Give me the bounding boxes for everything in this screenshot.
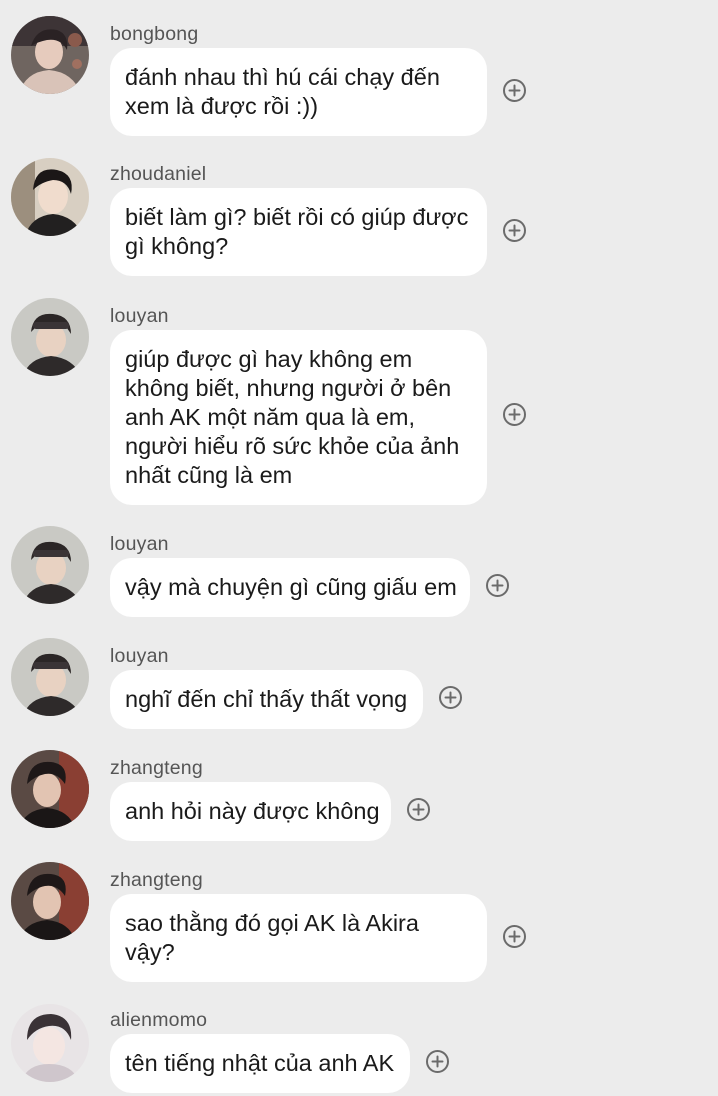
message-text: biết làm gì? biết rồi có giúp được bbox=[125, 204, 469, 230]
message-text: sao thằng đó gọi AK là Akira bbox=[125, 910, 419, 936]
avatar[interactable] bbox=[11, 158, 89, 236]
username: louyan bbox=[110, 305, 169, 327]
avatar[interactable] bbox=[11, 16, 89, 94]
username: bongbong bbox=[110, 23, 199, 45]
plus-circle-icon[interactable] bbox=[425, 1049, 450, 1074]
plus-circle-icon[interactable] bbox=[502, 78, 527, 103]
avatar[interactable] bbox=[11, 638, 89, 716]
message-text: giúp được gì hay không em bbox=[125, 346, 413, 372]
avatar[interactable] bbox=[11, 750, 89, 828]
avatar[interactable] bbox=[11, 298, 89, 376]
avatar[interactable] bbox=[11, 1004, 89, 1082]
message-bubble[interactable]: đánh nhau thì hú cái chạy đến xem là đượ… bbox=[110, 48, 487, 136]
plus-circle-icon[interactable] bbox=[438, 685, 463, 710]
message-bubble[interactable]: nghĩ đến chỉ thấy thất vọng bbox=[110, 670, 423, 729]
username: zhoudaniel bbox=[110, 163, 207, 185]
message-text: tên tiếng nhật của anh AK bbox=[125, 1050, 395, 1076]
message-text: người hiểu rõ sức khỏe của ảnh bbox=[125, 433, 460, 459]
message-text: anh hỏi này được không bbox=[125, 798, 380, 824]
message-bubble[interactable]: biết làm gì? biết rồi có giúp được gì kh… bbox=[110, 188, 487, 276]
message-text: đánh nhau thì hú cái chạy đến bbox=[125, 64, 440, 90]
username: alienmomo bbox=[110, 1009, 208, 1031]
message-text: nghĩ đến chỉ thấy thất vọng bbox=[125, 686, 408, 712]
message-bubble[interactable]: vậy mà chuyện gì cũng giấu em bbox=[110, 558, 470, 617]
message-bubble[interactable]: anh hỏi này được không bbox=[110, 782, 391, 841]
avatar[interactable] bbox=[11, 862, 89, 940]
message-bubble[interactable]: sao thằng đó gọi AK là Akira vậy? bbox=[110, 894, 487, 982]
message-text: vậy? bbox=[125, 939, 175, 965]
plus-circle-icon[interactable] bbox=[502, 218, 527, 243]
plus-circle-icon[interactable] bbox=[485, 573, 510, 598]
username: zhangteng bbox=[110, 757, 203, 779]
plus-circle-icon[interactable] bbox=[406, 797, 431, 822]
plus-circle-icon[interactable] bbox=[502, 924, 527, 949]
message-text: vậy mà chuyện gì cũng giấu em bbox=[125, 574, 457, 600]
username: louyan bbox=[110, 645, 169, 667]
message-text: anh AK một năm qua là em, bbox=[125, 404, 415, 430]
message-text: gì không? bbox=[125, 233, 229, 259]
message-text: không biết, nhưng người ở bên bbox=[125, 375, 452, 401]
message-bubble[interactable]: tên tiếng nhật của anh AK bbox=[110, 1034, 410, 1093]
username: louyan bbox=[110, 533, 169, 555]
message-bubble[interactable]: giúp được gì hay không em không biết, nh… bbox=[110, 330, 487, 505]
message-text: nhất cũng là em bbox=[125, 462, 293, 488]
chat-thread: bongbong đánh nhau thì hú cái chạy đến x… bbox=[0, 0, 718, 1096]
username: zhangteng bbox=[110, 869, 203, 891]
avatar[interactable] bbox=[11, 526, 89, 604]
message-text: xem là được rồi :)) bbox=[125, 93, 319, 119]
plus-circle-icon[interactable] bbox=[502, 402, 527, 427]
